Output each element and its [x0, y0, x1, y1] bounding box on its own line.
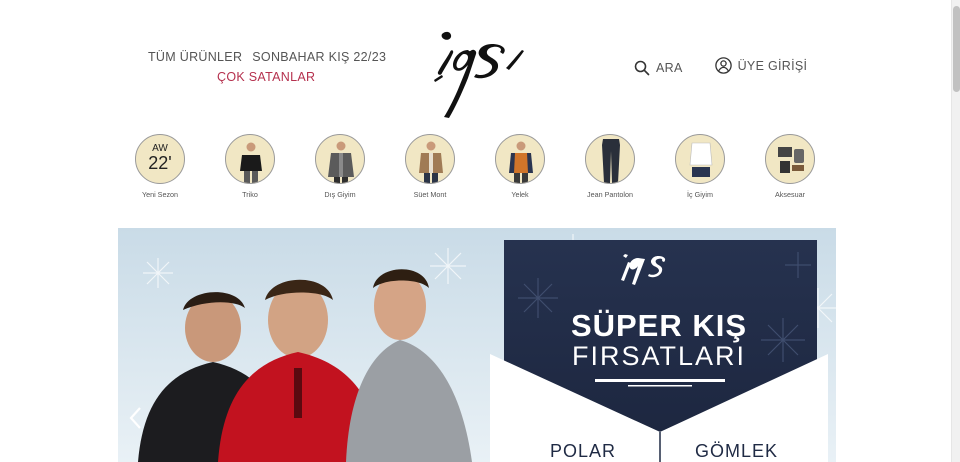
category-label: Süet Mont: [413, 190, 447, 199]
nav-season-link[interactable]: SONBAHAR KIŞ 22/23: [252, 50, 386, 64]
promo-title-line1: SÜPER KIŞ: [570, 308, 748, 343]
header-right-nav: ARA ÜYE GİRİŞİ: [634, 57, 807, 76]
category-label: Dış Giyim: [324, 190, 356, 199]
category-ic-giyim[interactable]: İç Giyim: [655, 134, 745, 199]
header-left-nav: TÜM ÜRÜNLER SONBAHAR KIŞ 22/23 ÇOK SATAN…: [148, 50, 386, 84]
category-jean-pantolon[interactable]: Jean Pantolon: [565, 134, 655, 199]
page-scrollbar[interactable]: [951, 0, 960, 462]
category-image-ic-giyim: [675, 134, 725, 184]
nav-best-sellers-link[interactable]: ÇOK SATANLAR: [217, 70, 315, 84]
user-icon: [714, 57, 732, 74]
suede-jacket-model-image: [419, 141, 443, 183]
search-icon: [634, 60, 650, 76]
hero-promo-panel: SÜPER KIŞ FIRSATLARI POLAR GÖMLEK: [490, 228, 828, 462]
category-image-aksesuar: [765, 134, 815, 184]
promo-tab-gomlek[interactable]: GÖMLEK: [695, 441, 778, 462]
category-aksesuar[interactable]: Aksesuar: [745, 134, 835, 199]
chevron-left-icon: [129, 407, 141, 429]
category-yeni-sezon[interactable]: AW 22' Yeni Sezon: [115, 134, 205, 199]
vest-model-image: [509, 141, 533, 183]
category-label: Jean Pantolon: [587, 190, 633, 199]
category-image-yelek: [495, 134, 545, 184]
promo-tab-polar[interactable]: POLAR: [550, 441, 616, 462]
search-label: ARA: [656, 61, 683, 75]
category-label: Yeni Sezon: [141, 190, 179, 199]
login-button[interactable]: ÜYE GİRİŞİ: [714, 57, 808, 74]
hero-banner[interactable]: SÜPER KIŞ FIRSATLARI POLAR GÖMLEK: [118, 228, 836, 462]
jeans-image: [602, 139, 620, 183]
hero-prev-arrow[interactable]: [127, 406, 143, 435]
search-button[interactable]: ARA: [634, 60, 683, 76]
scrollbar-thumb[interactable]: [953, 6, 960, 92]
accessories-image: [778, 147, 804, 173]
category-image-jean-pantolon: [585, 134, 635, 184]
category-yelek[interactable]: Yelek: [475, 134, 565, 199]
brand-logo[interactable]: [428, 28, 526, 118]
season-badge-line2: 22': [148, 153, 172, 173]
category-dis-giyim[interactable]: Dış Giyim: [295, 134, 385, 199]
category-image-suet-mont: [405, 134, 455, 184]
nav-all-products-link[interactable]: TÜM ÜRÜNLER: [148, 50, 242, 64]
coat-model-image: [328, 141, 354, 183]
category-label: İç Giyim: [687, 190, 713, 199]
category-triko[interactable]: Triko: [205, 134, 295, 199]
sweater-model-image: [240, 142, 262, 183]
category-image-triko: [225, 134, 275, 184]
category-image-dis-giyim: [315, 134, 365, 184]
category-carousel: AW 22' Yeni Sezon Triko Dış Giyim Süet M…: [115, 134, 835, 199]
underwear-image: [689, 142, 713, 177]
page: TÜM ÜRÜNLER SONBAHAR KIŞ 22/23 ÇOK SATAN…: [0, 0, 951, 462]
promo-title-line2: FIRSATLARI: [571, 341, 747, 371]
category-image-yeni-sezon: AW 22': [135, 134, 185, 184]
login-label: ÜYE GİRİŞİ: [737, 58, 808, 73]
category-label: Yelek: [511, 190, 529, 199]
category-suet-mont[interactable]: Süet Mont: [385, 134, 475, 199]
category-label: Aksesuar: [775, 190, 805, 199]
category-label: Triko: [242, 190, 258, 199]
